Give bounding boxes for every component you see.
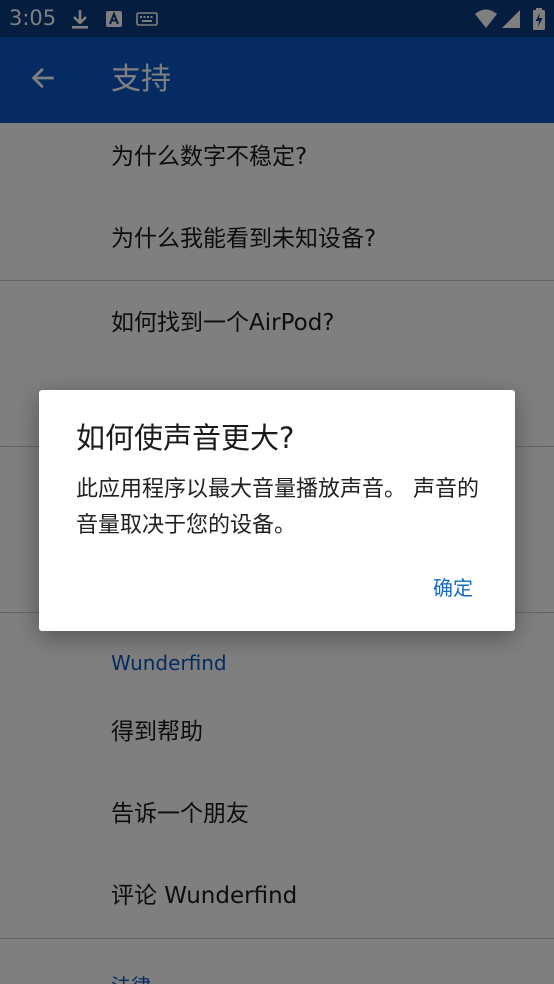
dialog-title: 如何使声音更大? xyxy=(76,421,295,455)
alert-dialog: 如何使声音更大? 此应用程序以最大音量播放声音。 声音的音量取决于您的设备。 确… xyxy=(39,390,515,631)
ok-button[interactable]: 确定 xyxy=(413,568,493,608)
dialog-message: 此应用程序以最大音量播放声音。 声音的音量取决于您的设备。 xyxy=(76,477,479,538)
